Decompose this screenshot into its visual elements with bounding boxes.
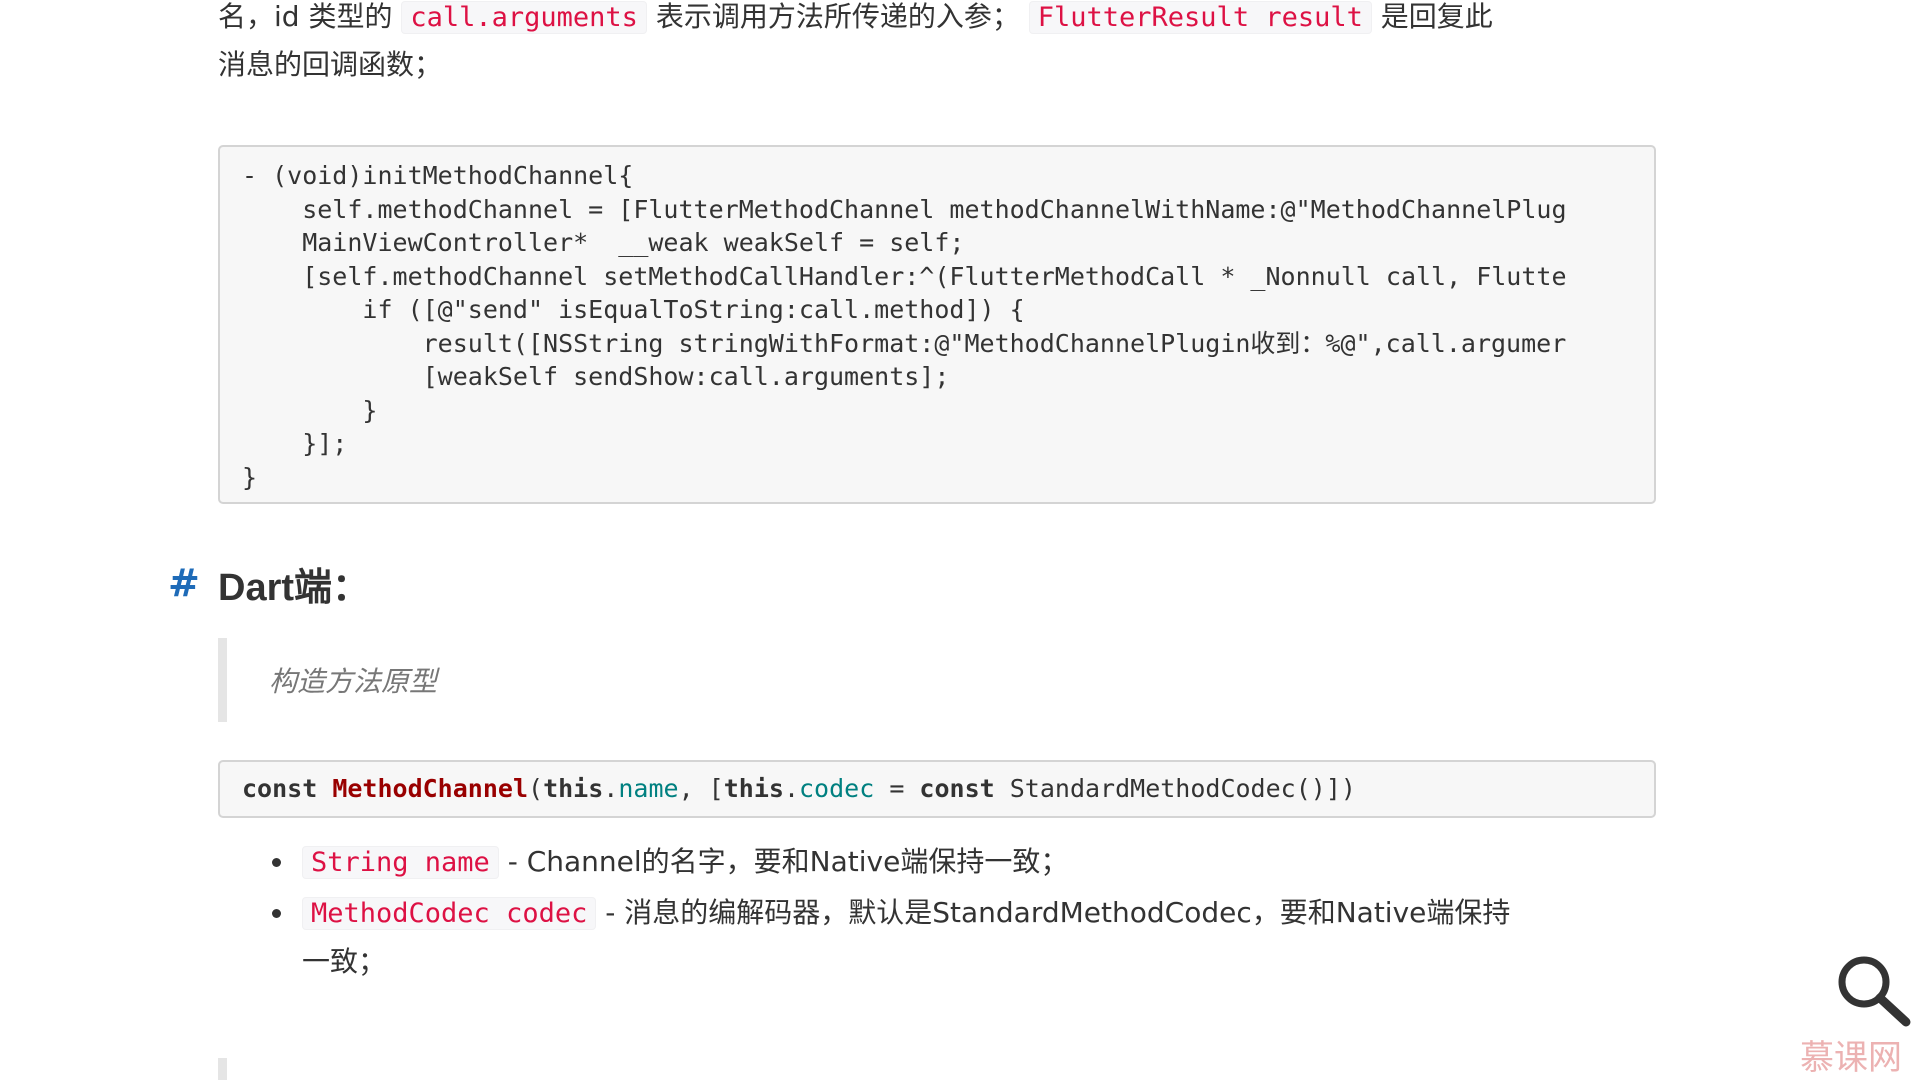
inline-code-string-name: String name <box>302 846 499 879</box>
inline-code-methodcodec-codec: MethodCodec codec <box>302 897 597 930</box>
list-item-text-cont: 一致； <box>302 945 387 978</box>
intro-text-prefix: 名，id 类型的 <box>218 0 402 33</box>
code-punct: . <box>603 774 619 803</box>
code-line: MainViewController* __weak weakSelf = se… <box>242 228 965 257</box>
watermark-text: 慕课网 <box>1800 1038 1902 1078</box>
code-line: self.methodChannel = [FlutterMethodChann… <box>242 194 1567 224</box>
objc-code-block: - (void)initMethodChannel{ self.methodCh… <box>218 145 1656 504</box>
blockquote-bar-partial <box>218 1058 227 1080</box>
heading-title: Dart端： <box>218 566 371 609</box>
list-item-text: - Channel的名字，要和Native端保持一致； <box>498 845 1069 878</box>
code-punct: . <box>783 774 799 803</box>
dart-code: const MethodChannel(this.name, [this.cod… <box>242 772 1654 806</box>
blockquote: 构造方法原型 <box>218 638 1618 722</box>
search-icon[interactable] <box>1832 950 1912 1030</box>
code-rest: StandardMethodCodec()]) <box>994 774 1356 803</box>
intro-text-suffix: 是回复此 <box>1371 0 1493 33</box>
keyword-const: const <box>919 774 995 803</box>
list-item: String name - Channel的名字，要和Native端保持一致； <box>218 838 1658 887</box>
code-line: } <box>242 395 378 425</box>
keyword-this: this <box>723 774 784 803</box>
code-punct: = <box>874 774 920 803</box>
class-name: MethodChannel <box>332 774 528 803</box>
intro-line-2: 消息的回调函数； <box>218 48 443 81</box>
code-line: if ([@"send" isEqualToString:call.method… <box>242 295 1025 324</box>
code-line: - (void)initMethodChannel{ <box>242 161 634 190</box>
inline-code-flutter-result: FlutterResult result <box>1028 1 1372 34</box>
code-line: } <box>242 462 258 492</box>
code-punct: , [ <box>678 774 724 803</box>
heading-anchor-link[interactable]: # <box>168 561 218 605</box>
section-heading-dart: # Dart端： <box>168 548 370 618</box>
bullet-dot-icon <box>272 858 281 867</box>
objc-code: - (void)initMethodChannel{ self.methodCh… <box>242 159 1654 494</box>
bullet-dot-icon <box>272 909 281 918</box>
intro-text-mid: 表示调用方法所传递的入参； <box>646 0 1029 33</box>
page: 名，id 类型的 call.arguments 表示调用方法所传递的入参； Fl… <box>0 0 1920 1080</box>
property-name: name <box>618 774 679 803</box>
dart-code-block: const MethodChannel(this.name, [this.cod… <box>218 760 1656 818</box>
intro-line-1: 名，id 类型的 call.arguments 表示调用方法所传递的入参； Fl… <box>218 0 1493 42</box>
list-item-text: - 消息的编解码器，默认是StandardMethodCodec，要和Nativ… <box>596 896 1511 929</box>
watermark-logo: 慕课网 <box>1800 1030 1902 1079</box>
code-line: result([NSString stringWithFormat:@"Meth… <box>242 328 1567 358</box>
inline-code-call-arguments: call.arguments <box>401 1 647 34</box>
code-line: [weakSelf sendShow:call.arguments]; <box>242 362 950 391</box>
list-item: MethodCodec codec - 消息的编解码器，默认是StandardM… <box>218 889 1658 986</box>
code-line: [self.methodChannel setMethodCallHandler… <box>242 261 1567 291</box>
keyword-this: this <box>543 774 604 803</box>
property-codec: codec <box>799 774 875 803</box>
code-punct: ( <box>528 774 544 803</box>
bullet-list: String name - Channel的名字，要和Native端保持一致； … <box>218 838 1658 986</box>
keyword-const: const <box>242 774 318 803</box>
blockquote-text: 构造方法原型 <box>269 665 438 698</box>
code-line: }]; <box>242 429 348 458</box>
